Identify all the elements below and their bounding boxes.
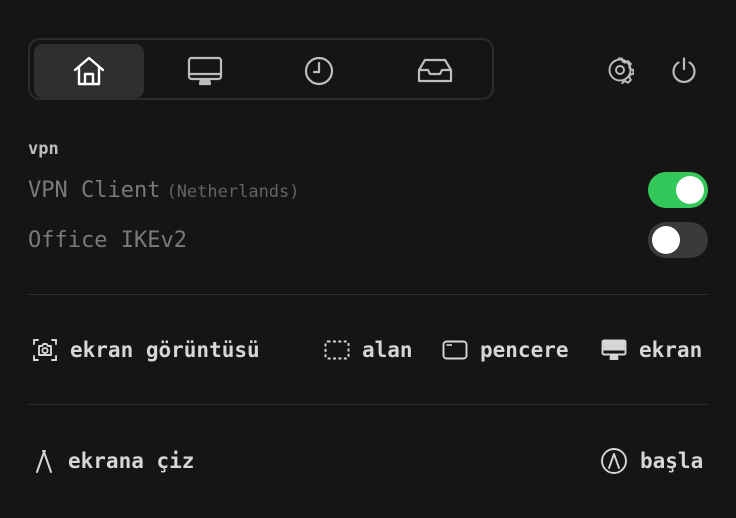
capture-area-button[interactable]: alan xyxy=(324,333,413,367)
tab-display[interactable] xyxy=(150,44,260,98)
vpn-connection-row: VPN Client (Netherlands) xyxy=(28,172,708,208)
draw-label: ekrana çiz xyxy=(32,444,194,478)
camera-icon xyxy=(33,339,57,361)
clock-icon xyxy=(304,56,334,86)
home-icon xyxy=(73,56,105,86)
window-icon xyxy=(442,340,468,360)
selection-area-icon xyxy=(324,340,350,360)
vpn-client-toggle[interactable] xyxy=(648,172,708,208)
vpn-connection-row: Office IKEv2 xyxy=(28,222,708,258)
tab-clock[interactable] xyxy=(264,44,374,98)
gear-icon xyxy=(608,57,634,84)
tab-bar xyxy=(28,38,494,100)
vpn-connection-name: Office IKEv2 xyxy=(28,227,187,253)
capture-screen-label: ekran xyxy=(639,338,703,362)
monitor-icon xyxy=(187,56,223,86)
vpn-connection-detail: (Netherlands) xyxy=(166,181,300,202)
draw-text: ekrana çiz xyxy=(68,449,195,473)
vpn-connection-label: Office IKEv2 xyxy=(28,228,187,253)
capture-window-button[interactable]: pencere xyxy=(442,333,569,367)
menubar-panel: vpn VPN Client (Netherlands) Office IKEv2 xyxy=(0,0,736,518)
capture-area-label: alan xyxy=(362,338,413,362)
vpn-section-label: vpn xyxy=(28,139,59,159)
office-ikev2-toggle[interactable] xyxy=(648,222,708,258)
power-icon xyxy=(672,57,696,83)
inbox-icon xyxy=(417,58,453,83)
screenshot-label: ekran görüntüsü xyxy=(32,333,260,367)
start-drawing-label: başla xyxy=(640,449,704,473)
screenshot-text: ekran görüntüsü xyxy=(70,338,260,362)
draw-row: ekrana çiz başla xyxy=(28,444,708,478)
capture-screen-button[interactable]: ekran xyxy=(601,333,702,367)
toggle-knob xyxy=(676,176,704,204)
divider xyxy=(28,294,708,295)
tab-inbox[interactable] xyxy=(380,44,490,98)
divider xyxy=(28,404,708,405)
vpn-connection-label: VPN Client (Netherlands) xyxy=(28,178,300,203)
start-drawing-button[interactable]: başla xyxy=(600,444,703,478)
pen-nib-icon xyxy=(36,450,52,473)
power-button[interactable] xyxy=(669,55,699,85)
capture-window-label: pencere xyxy=(480,338,569,362)
pen-circle-icon xyxy=(601,448,627,474)
tab-home[interactable] xyxy=(34,44,144,98)
toggle-knob xyxy=(652,226,680,254)
screenshot-row: ekran görüntüsü alan pencere ekran xyxy=(28,333,708,367)
monitor-icon xyxy=(601,339,627,360)
settings-button[interactable] xyxy=(605,55,635,85)
vpn-connection-name: VPN Client xyxy=(28,177,161,203)
